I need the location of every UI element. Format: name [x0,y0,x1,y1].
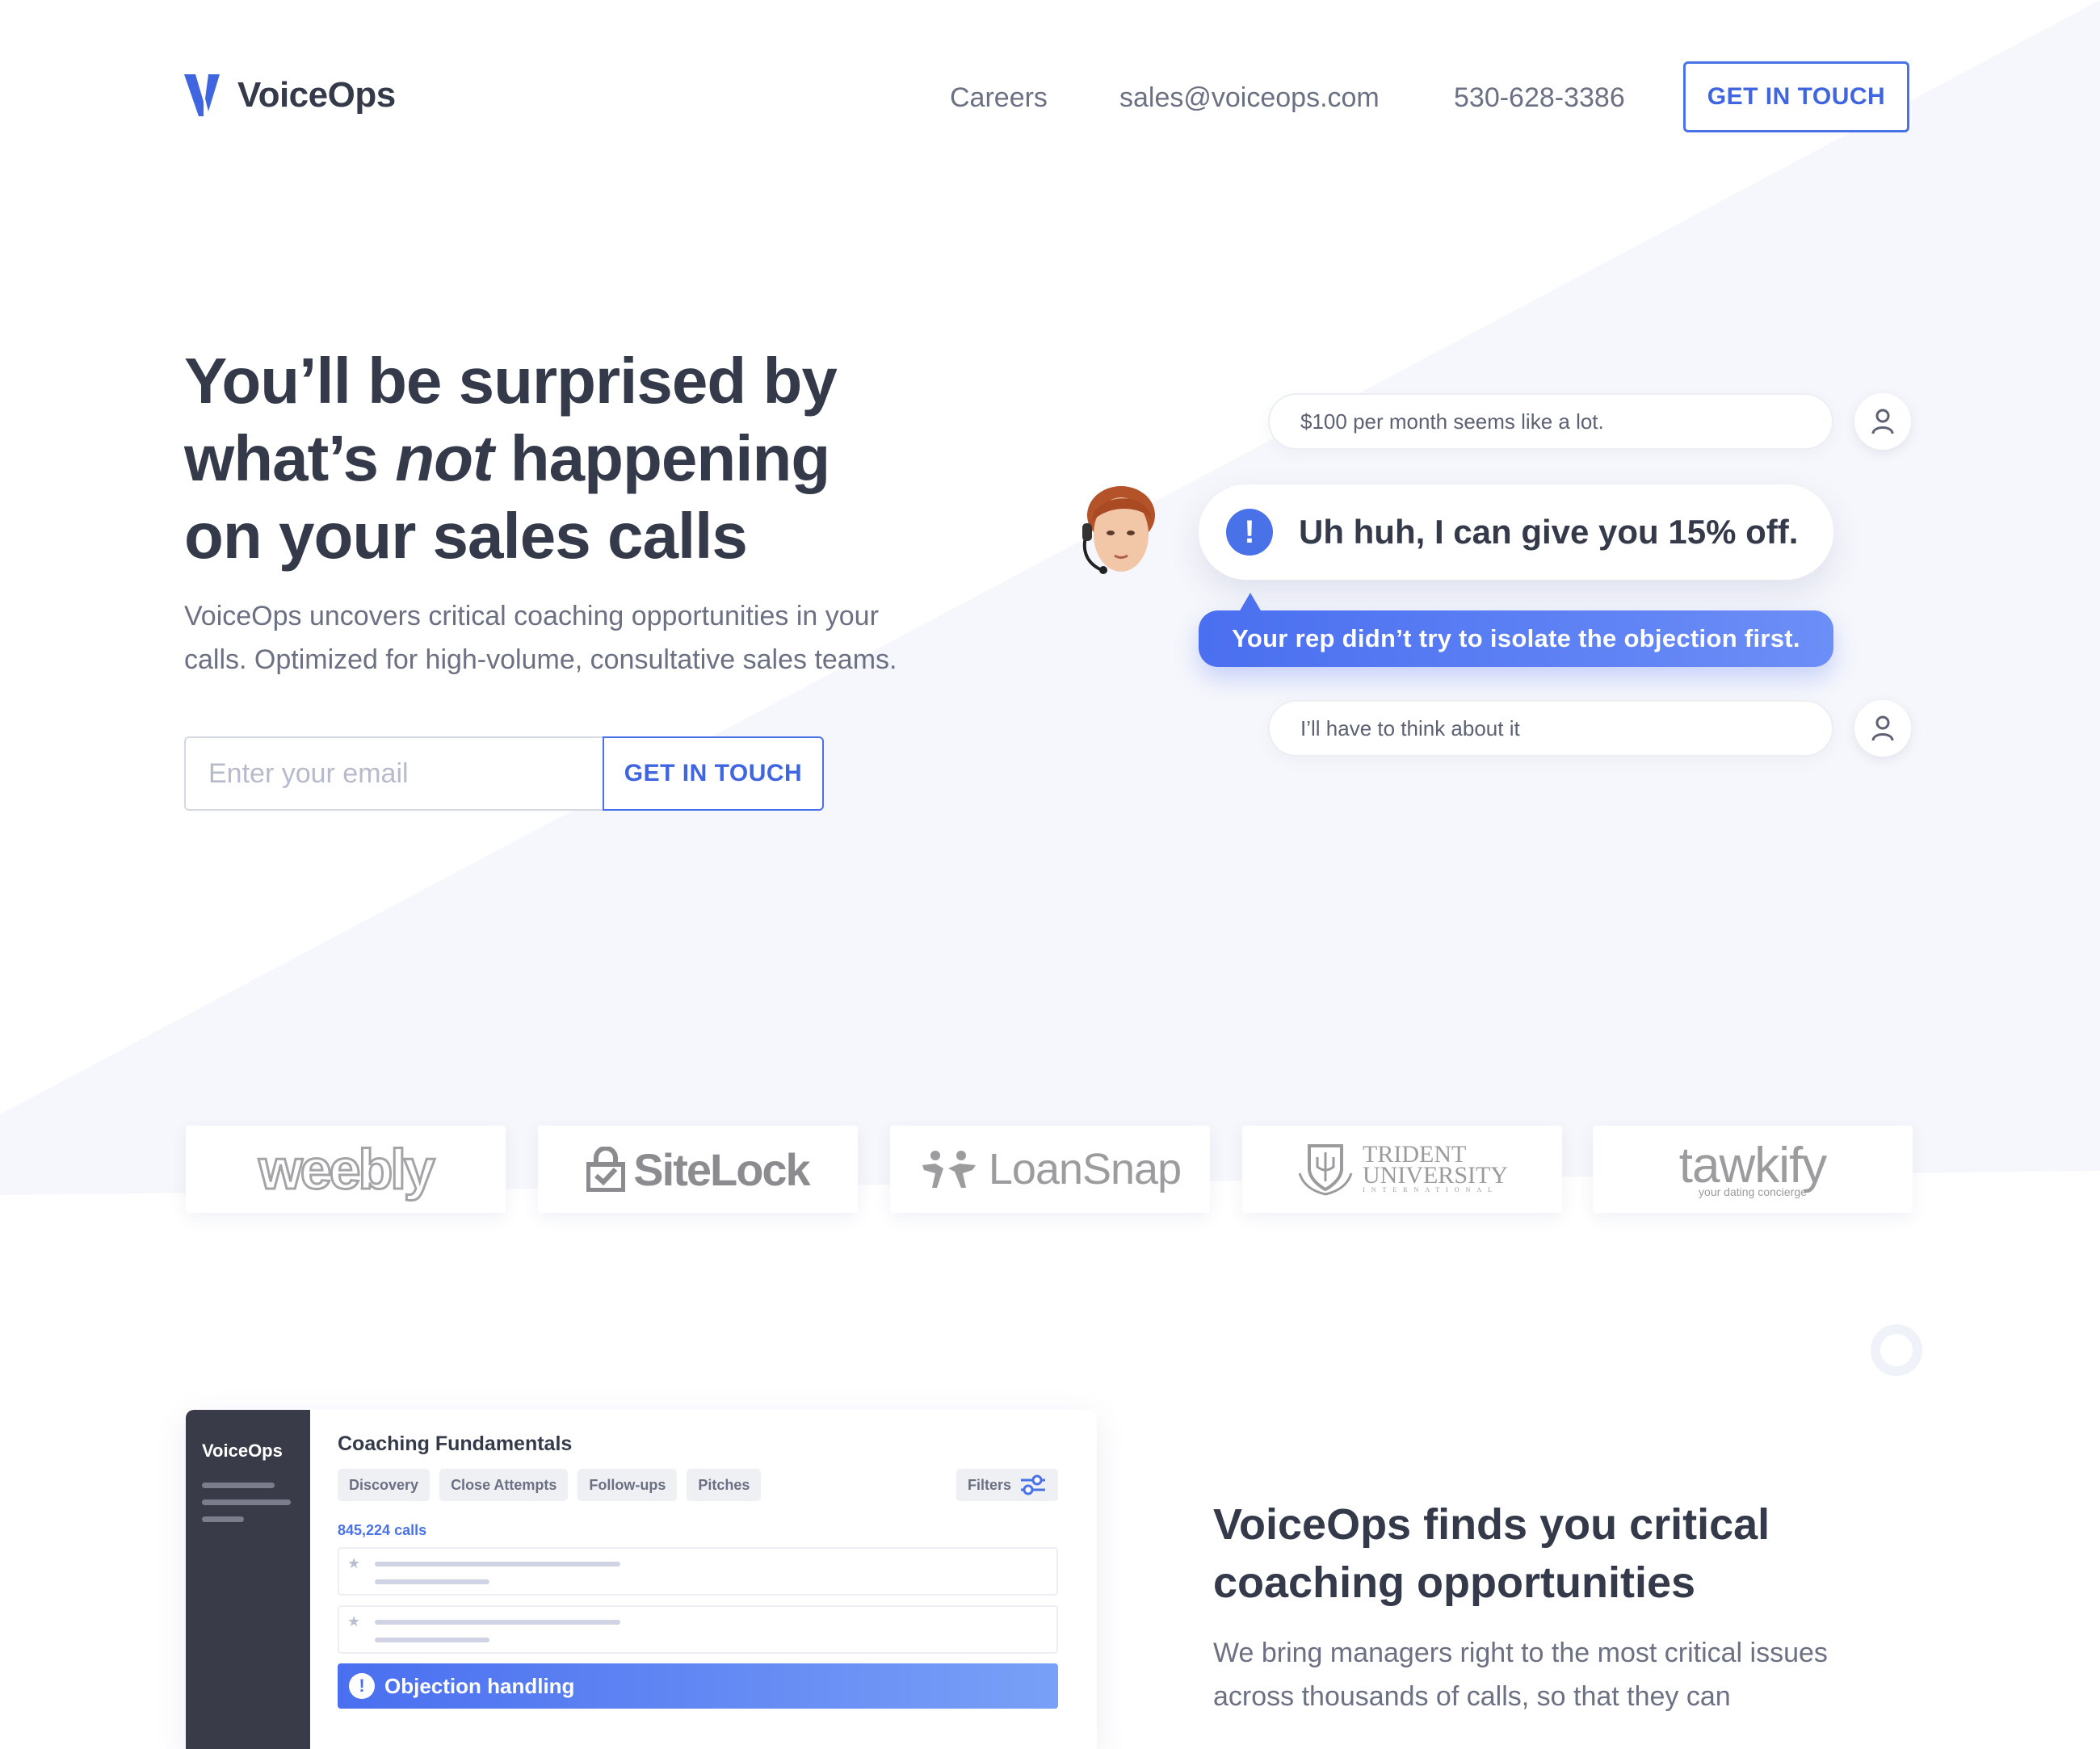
insight-pointer [1239,593,1262,612]
coaching-insight-banner: Your rep didn’t try to isolate the objec… [1199,610,1833,667]
hero-title-emphasis: not [395,422,494,494]
highlight-label: Objection handling [384,1673,575,1698]
tawkify-tagline: your dating concierge [1699,1185,1807,1198]
brand-name: VoiceOps [237,75,396,115]
user-icon [1854,393,1911,450]
rep-message-text: Uh huh, I can give you 15% off. [1299,513,1799,551]
star-icon: ★ [347,1613,361,1629]
feature-title: VoiceOps finds you critical coaching opp… [1213,1500,1770,1607]
exclamation-icon: ! [1226,509,1273,556]
sidebar-placeholder-line [202,1516,244,1522]
tag-close-attempts[interactable]: Close Attempts [439,1469,569,1501]
nav-careers-link[interactable]: Careers [950,82,1048,114]
client-logo-trident-university: TRIDENT UNIVERSITY INTERNATIONAL [1242,1126,1562,1213]
tawkify-logo-text: tawkify [1678,1138,1827,1193]
filters-button[interactable]: Filters [956,1469,1058,1501]
people-icon [922,1151,976,1188]
loansnap-logo-text: LoanSnap [988,1145,1182,1193]
app-panel-title: Coaching Fundamentals [338,1432,573,1455]
sliders-icon [1021,1474,1045,1495]
trident-logo-line2: UNIVERSITY [1363,1162,1508,1189]
sitelock-logo-text: SiteLock [633,1143,810,1195]
hero-subtitle: VoiceOps uncovers critical coaching oppo… [184,601,897,675]
sidebar-placeholder-line [202,1483,275,1488]
user-icon [1854,700,1911,757]
weebly-logo-text: weebly [258,1137,436,1202]
decorative-ring [1871,1324,1922,1376]
email-signup-form: GET IN TOUCH [184,736,824,811]
sales-rep-avatar [1074,481,1163,583]
exclamation-icon: ! [349,1673,375,1699]
category-tags: Discovery Close Attempts Follow-ups Pitc… [338,1469,1058,1501]
client-logo-tawkify: tawkify your dating concierge [1593,1126,1913,1213]
customer-message-bubble: $100 per month seems like a lot. [1268,393,1833,450]
nav-email-link[interactable]: sales@voiceops.com [1119,82,1380,114]
app-main-panel: Coaching Fundamentals Discovery Close At… [310,1410,1097,1749]
email-input[interactable] [184,736,603,811]
client-logo-sitelock: SiteLock [538,1126,858,1213]
star-icon: ★ [347,1555,361,1571]
tag-follow-ups[interactable]: Follow-ups [578,1469,678,1501]
objection-handling-highlight[interactable]: ! Objection handling [338,1663,1058,1709]
filters-label: Filters [967,1476,1011,1493]
trident-logo-line3: INTERNATIONAL [1363,1186,1498,1193]
sidebar-placeholder-line [202,1499,291,1505]
voiceops-logo-icon [184,74,220,116]
header-get-in-touch-button[interactable]: GET IN TOUCH [1683,61,1909,132]
tag-discovery[interactable]: Discovery [338,1469,430,1501]
call-count: 845,224 calls [338,1522,427,1538]
placeholder-line [375,1620,620,1625]
rep-message-bubble: ! Uh huh, I can give you 15% off. [1199,484,1833,580]
padlock-icon [586,1147,626,1192]
tag-pitches[interactable]: Pitches [687,1469,762,1501]
client-logo-weebly: weebly [186,1126,506,1213]
placeholder-line [375,1638,489,1642]
university-crest-icon [1298,1144,1353,1196]
placeholder-line [375,1579,489,1584]
placeholder-line [375,1562,620,1567]
app-sidebar: VoiceOps [186,1410,310,1749]
app-sidebar-title: VoiceOps [202,1441,283,1461]
call-list-item[interactable]: ★ [338,1605,1058,1654]
feature-body: We bring managers right to the most crit… [1213,1638,1828,1712]
call-list-item[interactable]: ★ [338,1547,1058,1596]
hero-get-in-touch-button[interactable]: GET IN TOUCH [603,736,824,811]
hero-title: You’ll be surprised by what’s not happen… [184,342,911,575]
client-logo-loansnap: LoanSnap [890,1126,1210,1213]
app-screenshot-mockup: VoiceOps Coaching Fundamentals Discovery… [186,1410,1097,1749]
voiceops-logo[interactable]: VoiceOps [184,74,396,116]
customer-message-bubble: I’ll have to think about it [1268,700,1833,757]
nav-phone-link[interactable]: 530-628-3386 [1454,82,1625,114]
